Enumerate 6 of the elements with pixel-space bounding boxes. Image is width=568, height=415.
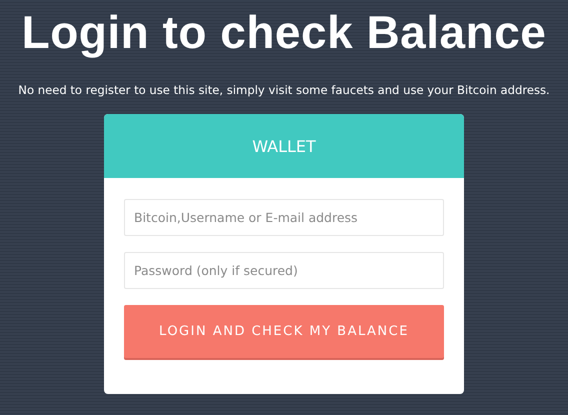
page-heading: Login to check Balance — [22, 5, 546, 60]
page-subtitle: No need to register to use this site, simply visit some faucets and use your Bitcoin address. — [18, 82, 550, 98]
card-title: WALLET — [252, 136, 316, 156]
username-field[interactable]: Bitcoin,Username or E-mail address — [124, 199, 444, 236]
login-button[interactable]: LOGIN AND CHECK MY BALANCE — [124, 305, 444, 358]
password-field[interactable]: Password (only if secured) — [124, 252, 444, 289]
